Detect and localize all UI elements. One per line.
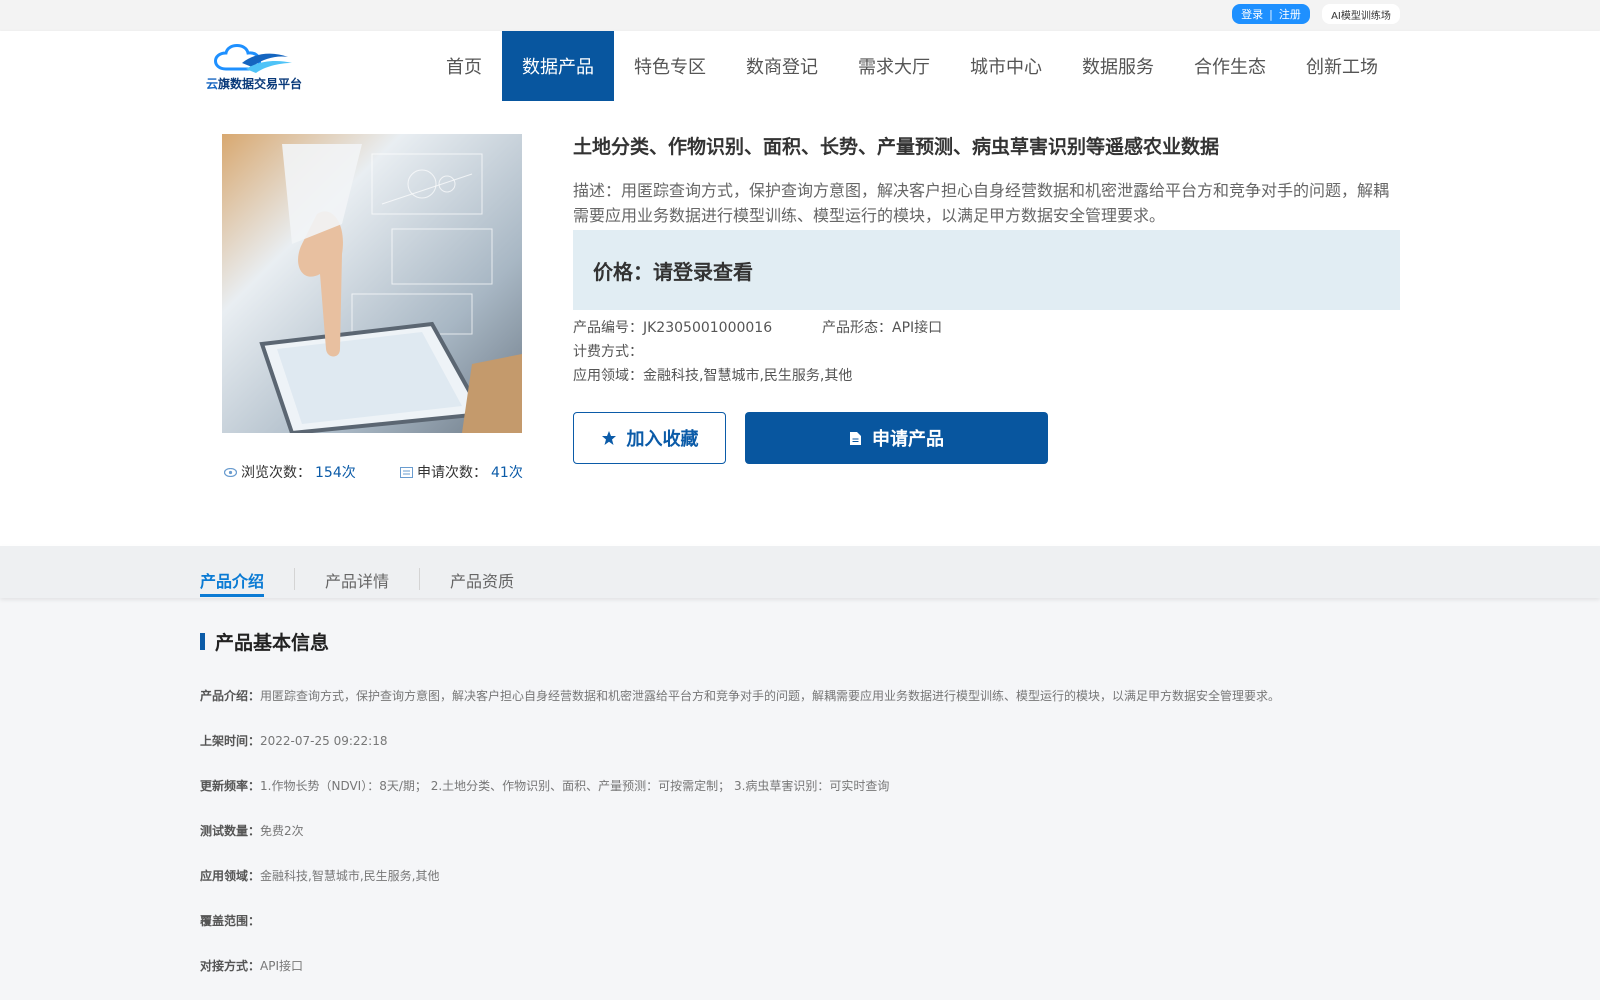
login-link[interactable]: 登录 [1241, 6, 1263, 22]
ai-training-link[interactable]: AI模型训练场 [1322, 4, 1400, 24]
cloud-logo-icon [214, 44, 292, 73]
add-favorite-label: 加入收藏 [626, 429, 699, 450]
site-header: 云旗数据交易平台 首页 数据产品 特色专区 数商登记 需求大厅 城市中心 数据服… [0, 31, 1600, 102]
main-nav: 首页 数据产品 特色专区 数商登记 需求大厅 城市中心 数据服务 合作生态 创新… [426, 31, 1398, 101]
nav-data-services[interactable]: 数据服务 [1062, 31, 1174, 101]
product-title: 土地分类、作物识别、面积、长势、产量预测、病虫草害识别等遥感农业数据 [573, 136, 1220, 158]
product-image [222, 134, 522, 433]
apply-product-label: 申请产品 [872, 429, 944, 450]
views-value: 154次 [315, 465, 356, 481]
eye-icon [224, 467, 237, 477]
applies-stat: 申请次数： 41次 [400, 462, 523, 482]
section-accent-bar [200, 633, 205, 650]
site-logo[interactable]: 云旗数据交易平台 [206, 41, 302, 93]
billing-method: 计费方式： [573, 344, 643, 360]
info-row-integration: 对接方式：API接口 [200, 959, 304, 973]
nav-partner-ecosystem[interactable]: 合作生态 [1174, 31, 1286, 101]
star-icon [601, 431, 616, 445]
info-row-update-frequency: 更新频率：1.作物长势（NDVI）：8天/期； 2.土地分类、作物识别、面积、产… [200, 779, 890, 793]
product-form: 产品形态：API接口 [822, 320, 943, 336]
application-icon [400, 466, 413, 478]
tab-product-qualification[interactable]: 产品资质 [450, 568, 514, 592]
register-link[interactable]: 注册 [1279, 6, 1301, 22]
views-stat: 浏览次数： 154次 [224, 462, 400, 482]
nav-merchant-registration[interactable]: 数商登记 [726, 31, 838, 101]
price-label: 价格：请登录查看 [593, 260, 753, 284]
product-code: 产品编号：JK2305001000016 [573, 320, 773, 336]
nav-home[interactable]: 首页 [426, 31, 502, 101]
applies-value: 41次 [491, 465, 523, 481]
info-row-application-domain: 应用领域：金融科技,智慧城市,民生服务,其他 [200, 869, 440, 883]
section-title: 产品基本信息 [215, 632, 330, 654]
section-header: 产品基本信息 [200, 628, 329, 655]
nav-innovation-workshop[interactable]: 创新工场 [1286, 31, 1398, 101]
info-row-listing-time: 上架时间：2022-07-25 09:22:18 [200, 734, 388, 748]
product-hero: 浏览次数： 154次 申请次数： 41次 土地分类、作物识别、面积、长势、产量预测、… [0, 102, 1600, 546]
info-row-test-quantity: 测试数量：免费2次 [200, 824, 304, 838]
add-favorite-button[interactable]: 加入收藏 [573, 412, 726, 464]
auth-divider: | [1269, 7, 1273, 21]
price-box: 价格：请登录查看 [573, 230, 1400, 310]
product-description: 描述：用匿踪查询方式，保护查询方意图，解决客户担心自身经营数据和机密泄露给平台方… [573, 181, 1390, 225]
applies-label: 申请次数： [417, 465, 487, 481]
nav-featured-zone[interactable]: 特色专区 [614, 31, 726, 101]
product-stats: 浏览次数： 154次 申请次数： 41次 [224, 462, 524, 482]
application-domain: 应用领域：金融科技,智慧城市,民生服务,其他 [573, 368, 853, 384]
nav-demand-hall[interactable]: 需求大厅 [838, 31, 950, 101]
product-tabs: 产品介绍 产品详情 产品资质 [0, 546, 1600, 598]
nav-city-center[interactable]: 城市中心 [950, 31, 1062, 101]
tab-divider [294, 568, 295, 590]
info-row-intro: 产品介绍：用匿踪查询方式，保护查询方意图，解决客户担心自身经营数据和机密泄露给平… [200, 689, 1281, 703]
info-row-coverage: 覆盖范围： [200, 914, 261, 928]
tab-product-intro[interactable]: 产品介绍 [200, 568, 265, 597]
tablet-illustration [222, 134, 522, 433]
nav-data-products[interactable]: 数据产品 [502, 31, 614, 101]
apply-product-button[interactable]: 申请产品 [745, 412, 1048, 464]
tab-divider [419, 568, 420, 590]
logo-text: 云旗数据交易平台 [206, 77, 303, 91]
tab-product-details[interactable]: 产品详情 [325, 568, 389, 592]
top-bar: 登录 | 注册 AI模型训练场 [0, 0, 1600, 31]
views-label: 浏览次数： [241, 465, 311, 481]
auth-pill: 登录 | 注册 [1232, 4, 1310, 24]
document-icon [850, 431, 861, 445]
